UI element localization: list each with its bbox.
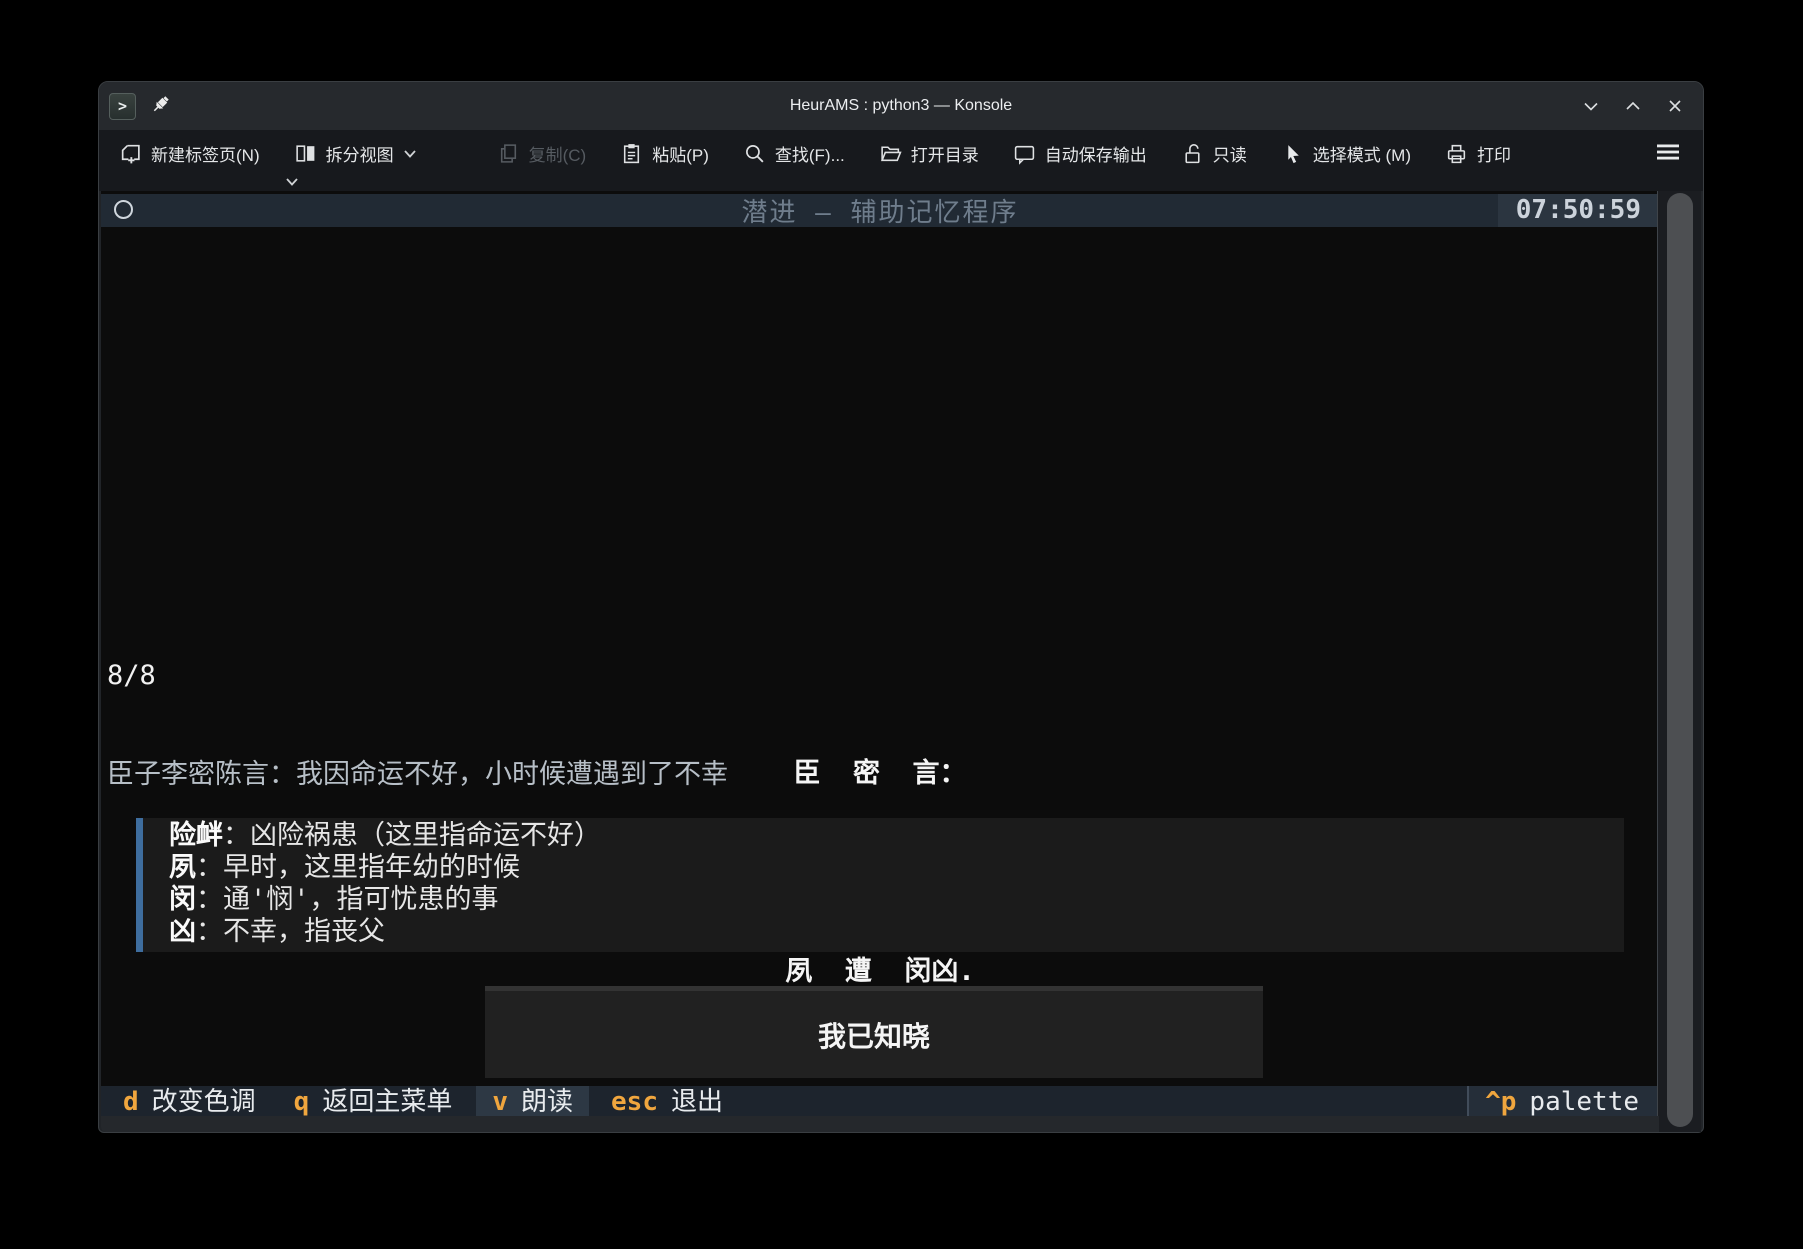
key-q-label: 返回主菜单 <box>322 1086 452 1118</box>
new-tab-button[interactable]: 新建标签页(N) <box>119 141 260 166</box>
note-line: 夙：早时，这里指年幼的时候 <box>169 852 1624 884</box>
tui-footer: d 改变色调 q 返回主菜单 v 朗读 esc 退出 ^p palette <box>101 1086 1659 1118</box>
key-esc-label: 退出 <box>671 1086 723 1118</box>
window-title: HeurAMS : python3 — Konsole <box>99 97 1703 115</box>
note-term: 凶 <box>169 916 196 947</box>
paste-label: 粘贴(P) <box>652 141 709 166</box>
cursor-arrow-icon <box>1281 142 1304 165</box>
key-v-label: 朗读 <box>521 1086 573 1118</box>
note-definition: ：不幸，指丧父 <box>196 916 385 947</box>
terminal-view[interactable]: 潜进 – 辅助记忆程序 07:50:59 8/8 臣子李密陈言：我因命运不好，小… <box>101 191 1659 1118</box>
note-definition: ：凶险祸患（这里指命运不好） <box>223 820 601 851</box>
paste-button[interactable]: 粘贴(P) <box>620 141 709 166</box>
find-button[interactable]: 查找(F)... <box>743 141 845 166</box>
footer-key-tint[interactable]: d 改变色调 <box>123 1086 256 1118</box>
copy-label: 复制(C) <box>529 141 587 166</box>
paste-icon <box>620 142 643 165</box>
konsole-window: > HeurAMS : python3 — Konsole <box>98 81 1704 1133</box>
read-only-button[interactable]: 只读 <box>1181 141 1247 166</box>
key-v: v <box>492 1086 508 1118</box>
key-d: d <box>123 1086 139 1118</box>
key-d-label: 改变色调 <box>152 1086 256 1118</box>
key-ctrl-p: ^p <box>1485 1086 1516 1118</box>
new-tab-label: 新建标签页(N) <box>151 141 260 166</box>
find-label: 查找(F)... <box>775 141 845 166</box>
acknowledge-button[interactable]: 我已知晓 <box>485 986 1263 1078</box>
tui-header: 潜进 – 辅助记忆程序 07:50:59 <box>101 194 1659 227</box>
close-button[interactable] <box>1665 96 1685 116</box>
window-bottom-frame <box>101 1116 1659 1132</box>
footer-palette[interactable]: ^p palette <box>1467 1086 1659 1118</box>
copy-button: 复制(C) <box>497 141 587 166</box>
print-button[interactable]: 打印 <box>1445 141 1511 166</box>
printer-icon <box>1445 142 1468 165</box>
key-ctrl-p-label: palette <box>1529 1086 1639 1118</box>
open-directory-button[interactable]: 打开目录 <box>879 141 979 166</box>
folder-icon <box>879 142 902 165</box>
split-view-label: 拆分视图 <box>326 141 394 166</box>
split-view-button[interactable]: 拆分视图 <box>294 141 417 166</box>
copy-icon <box>497 142 520 165</box>
verse-line-3: 夙 遭 闵凶. <box>101 955 1659 988</box>
autosave-output-label: 自动保存输出 <box>1045 141 1147 166</box>
note-term: 险衅 <box>169 820 223 851</box>
scrollbar-thumb[interactable] <box>1667 193 1693 1127</box>
read-only-label: 只读 <box>1213 141 1247 166</box>
search-icon <box>743 142 766 165</box>
progress-counter: 8/8 <box>107 659 728 692</box>
note-line: 险衅：凶险祸患（这里指命运不好） <box>169 820 1624 852</box>
select-mode-label: 选择模式 (M) <box>1313 141 1411 166</box>
key-q: q <box>294 1086 310 1118</box>
note-line: 闵：通'悯'，指可忧患的事 <box>169 884 1624 916</box>
split-view-arrow-icon <box>403 149 417 159</box>
footer-key-read[interactable]: v 朗读 <box>476 1086 589 1118</box>
toolbar: 新建标签页(N) 拆分视图 复制(C) <box>99 130 1703 191</box>
output-bubble-icon <box>1013 142 1036 165</box>
note-definition: ：早时，这里指年幼的时候 <box>196 852 520 883</box>
footer-key-menu[interactable]: q 返回主菜单 <box>294 1086 453 1118</box>
lock-open-icon <box>1181 142 1204 165</box>
autosave-output-button[interactable]: 自动保存输出 <box>1013 141 1147 166</box>
minimize-button[interactable] <box>1581 96 1601 116</box>
new-tab-menu-arrow-icon[interactable] <box>285 172 299 192</box>
titlebar: > HeurAMS : python3 — Konsole <box>99 82 1703 130</box>
hamburger-icon <box>1655 141 1681 163</box>
note-term: 夙 <box>169 852 196 883</box>
note-term: 闵 <box>169 884 196 915</box>
footer-key-exit[interactable]: esc 退出 <box>611 1086 723 1118</box>
tui-title: 潜进 – 辅助记忆程序 <box>101 192 1659 229</box>
note-line: 凶：不幸，指丧父 <box>169 916 1624 948</box>
scrollbar-track[interactable] <box>1657 191 1701 1132</box>
tui-clock: 07:50:59 <box>1498 194 1659 227</box>
hamburger-menu-button[interactable] <box>1655 141 1681 163</box>
print-label: 打印 <box>1477 141 1511 166</box>
open-directory-label: 打开目录 <box>911 141 979 166</box>
maximize-button[interactable] <box>1623 96 1643 116</box>
annotation-box: 险衅：凶险祸患（这里指命运不好） 夙：早时，这里指年幼的时候 闵：通'悯'，指可… <box>136 818 1624 952</box>
key-esc: esc <box>611 1086 658 1118</box>
note-definition: ：通'悯'，指可忧患的事 <box>196 884 499 915</box>
verse-line-1: 臣 密 言： <box>101 757 1659 790</box>
select-mode-button[interactable]: 选择模式 (M) <box>1281 141 1411 166</box>
